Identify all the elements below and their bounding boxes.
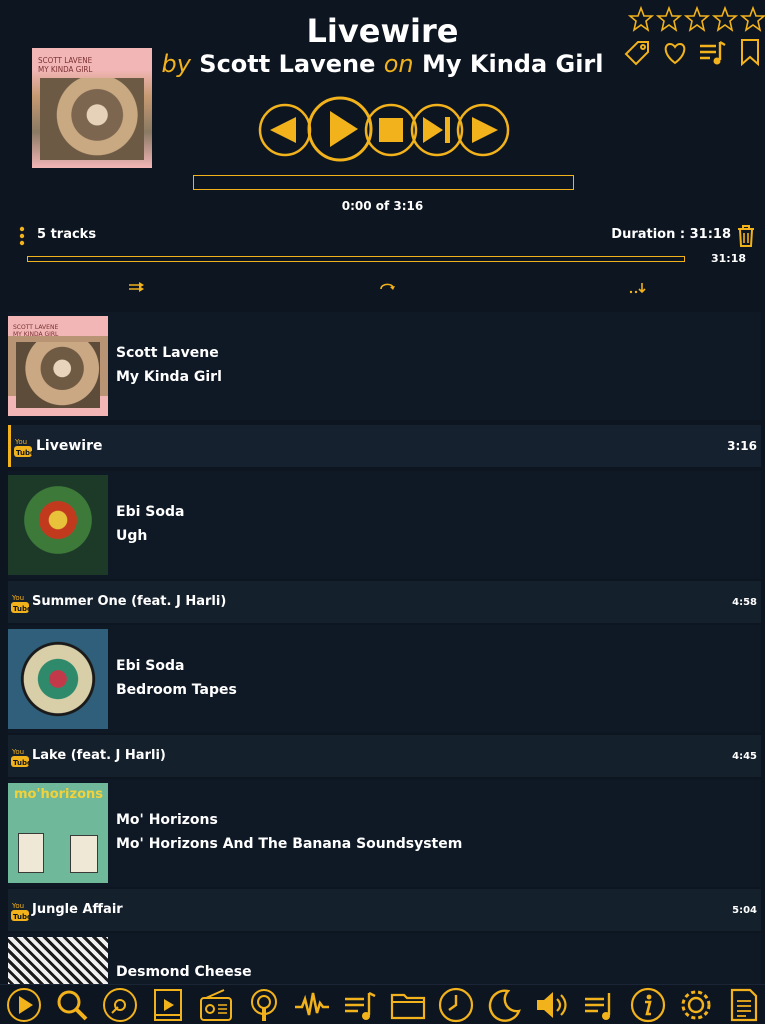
album-artist: Desmond Cheese: [116, 964, 252, 980]
search-tab-icon[interactable]: [54, 987, 90, 1023]
transport-controls: [258, 95, 514, 165]
playlists-tab-icon[interactable]: [342, 987, 378, 1023]
now-playing-album[interactable]: My Kinda Girl: [422, 50, 604, 78]
album-row[interactable]: SCOTT LAVENE MY KINDA GIRL Scott Lavene M…: [8, 312, 761, 420]
on-word: on: [383, 50, 414, 78]
track-duration: 3:16: [727, 439, 757, 453]
track-row[interactable]: You Tube Lake (feat. J Harli) 4:45: [8, 735, 761, 777]
library-tab-icon[interactable]: [102, 987, 138, 1023]
album-art-text: mo'horizons: [14, 787, 104, 802]
lyrics-tab-icon[interactable]: [726, 987, 762, 1023]
tag-icon[interactable]: [622, 38, 652, 68]
album-name: Ugh: [116, 528, 148, 544]
track-row-active[interactable]: You Tube Livewire 3:16: [8, 425, 761, 467]
sleep-timer-tab-icon[interactable]: [486, 987, 522, 1023]
bottom-navigation: [0, 984, 765, 1024]
album-art: [8, 629, 108, 729]
svg-text:You: You: [14, 438, 27, 446]
track-duration: 4:45: [732, 751, 757, 762]
track-title: Lake (feat. J Harli): [32, 748, 166, 763]
volume-tab-icon[interactable]: [534, 987, 570, 1023]
header-actions: [620, 38, 765, 68]
forward-icon[interactable]: [456, 103, 510, 157]
youtube-icon: You Tube: [13, 436, 33, 458]
svg-text:Tube: Tube: [13, 605, 30, 613]
track-row[interactable]: You Tube Summer One (feat. J Harli) 4:58: [8, 581, 761, 623]
podcasts-tab-icon[interactable]: [246, 987, 282, 1023]
track-title: Livewire: [36, 438, 103, 454]
album-artist: Ebi Soda: [116, 504, 185, 520]
radio-tab-icon[interactable]: [198, 987, 234, 1023]
star-icon[interactable]: [684, 6, 710, 32]
playlist-duration: Duration : 31:18: [611, 227, 731, 242]
album-row[interactable]: Ebi Soda Ugh: [8, 471, 761, 579]
album-row[interactable]: Desmond Cheese: [8, 933, 761, 984]
more-options-icon[interactable]: [18, 225, 26, 247]
track-title: Summer One (feat. J Harli): [32, 594, 227, 609]
star-icon[interactable]: [712, 6, 738, 32]
trash-icon[interactable]: [736, 224, 756, 248]
queue-tab-icon[interactable]: [582, 987, 618, 1023]
svg-text:You: You: [11, 902, 24, 910]
now-playing-tab-icon[interactable]: [6, 987, 42, 1023]
star-icon[interactable]: [656, 6, 682, 32]
playback-modes: [0, 278, 765, 300]
track-duration: 4:58: [732, 597, 757, 608]
heart-icon[interactable]: [660, 38, 690, 68]
equalizer-tab-icon[interactable]: [294, 987, 330, 1023]
bookmark-icon[interactable]: [738, 38, 762, 68]
album-row[interactable]: Ebi Soda Bedroom Tapes: [8, 625, 761, 733]
previous-icon[interactable]: [258, 103, 312, 157]
album-art: mo'horizons: [8, 783, 108, 883]
track-row[interactable]: You Tube Jungle Affair 5:04: [8, 889, 761, 931]
album-artist: Mo' Horizons: [116, 812, 218, 828]
track-count: 5 tracks: [37, 227, 97, 242]
album-artist: Scott Lavene: [116, 345, 219, 361]
svg-text:You: You: [11, 594, 24, 602]
svg-text:You: You: [11, 748, 24, 756]
by-word: by: [161, 50, 191, 78]
repeat-icon[interactable]: [378, 280, 396, 294]
settings-tab-icon[interactable]: [678, 987, 714, 1023]
youtube-icon: You Tube: [10, 746, 30, 768]
track-title: Jungle Affair: [32, 902, 123, 917]
album-name: Mo' Horizons And The Banana Soundsystem: [116, 836, 463, 852]
playlist-total-time: 31:18: [711, 252, 747, 265]
history-tab-icon[interactable]: [438, 987, 474, 1023]
album-artist: Ebi Soda: [116, 658, 185, 674]
album-art: [8, 475, 108, 575]
info-tab-icon[interactable]: [630, 987, 666, 1023]
sort-icon[interactable]: [628, 280, 648, 294]
svg-text:Tube: Tube: [13, 913, 30, 921]
now-playing-header: SCOTT LAVENE MY KINDA GIRL Livewire by Sc…: [0, 0, 765, 312]
star-icon[interactable]: [740, 6, 765, 32]
rating-stars[interactable]: [628, 6, 765, 32]
svg-text:Tube: Tube: [16, 449, 33, 457]
album-row[interactable]: mo'horizons Mo' Horizons Mo' Horizons An…: [8, 779, 761, 887]
youtube-icon: You Tube: [10, 592, 30, 614]
add-to-playlist-icon[interactable]: [698, 38, 728, 68]
shuffle-icon[interactable]: [128, 280, 146, 294]
track-time-label: 0:00 of 3:16: [341, 199, 424, 213]
cover-photo: [40, 78, 144, 160]
track-progress-bar[interactable]: [193, 175, 574, 190]
videos-tab-icon[interactable]: [150, 987, 186, 1023]
playlist: SCOTT LAVENE MY KINDA GIRL Scott Lavene M…: [0, 312, 765, 984]
album-name: My Kinda Girl: [116, 369, 222, 385]
folders-tab-icon[interactable]: [390, 987, 426, 1023]
svg-text:Tube: Tube: [13, 759, 30, 767]
playlist-progress-bar[interactable]: [27, 256, 685, 262]
star-icon[interactable]: [628, 6, 654, 32]
youtube-icon: You Tube: [10, 900, 30, 922]
album-name: Bedroom Tapes: [116, 682, 237, 698]
playlist-summary: 5 tracks Duration : 31:18: [0, 222, 765, 250]
track-duration: 5:04: [732, 905, 757, 916]
album-art: SCOTT LAVENE MY KINDA GIRL: [8, 316, 108, 416]
now-playing-artist[interactable]: Scott Lavene: [199, 50, 375, 78]
album-art: [8, 937, 108, 984]
